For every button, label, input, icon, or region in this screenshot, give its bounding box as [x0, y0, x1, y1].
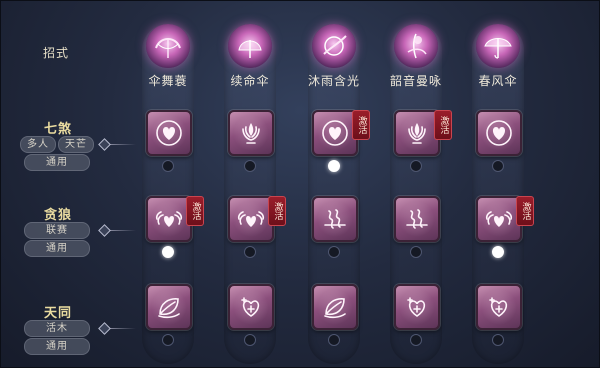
- skill-select-radio[interactable]: [410, 334, 422, 346]
- leaf-swirl-skill-slot[interactable]: [312, 284, 358, 330]
- skill-select-radio[interactable]: [492, 246, 504, 258]
- lotus-flame-icon: [408, 123, 426, 144]
- heart-plus-skill-slot[interactable]: [476, 284, 522, 330]
- skill-select-radio[interactable]: [492, 160, 504, 172]
- lotus-flame-skill-slot[interactable]: [228, 110, 274, 156]
- skill-select-radio[interactable]: [162, 334, 174, 346]
- melody-chant-icon[interactable]: [394, 24, 438, 68]
- skill-select-radio[interactable]: [162, 246, 174, 258]
- activated-badge: 激活: [434, 110, 452, 140]
- row-title-0: 七煞: [43, 122, 72, 137]
- heart-shield-icon: [486, 120, 512, 146]
- row-tag: 多人: [20, 136, 56, 153]
- skill-select-radio[interactable]: [244, 334, 256, 346]
- row-title-1: 贪狼: [43, 208, 72, 223]
- heart-plus-skill-slot[interactable]: [394, 284, 440, 330]
- leaf-swirl-icon: [324, 298, 346, 319]
- skill-name-label: 沐雨含光: [307, 74, 360, 88]
- umbrella-dance-icon[interactable]: [146, 24, 190, 68]
- skill-name-label: 续命伞: [230, 74, 270, 88]
- skill-select-radio[interactable]: [328, 160, 340, 172]
- activated-badge: 激活: [352, 110, 370, 140]
- heart-shield-skill-slot[interactable]: [146, 110, 192, 156]
- skill-select-radio[interactable]: [410, 160, 422, 172]
- row-tag: 联赛: [24, 222, 90, 239]
- skill-select-radio[interactable]: [328, 334, 340, 346]
- skill-select-radio[interactable]: [492, 334, 504, 346]
- rain-light-icon[interactable]: [312, 24, 356, 68]
- row-tag: 通用: [24, 154, 90, 171]
- heart-plus-skill-slot[interactable]: [228, 284, 274, 330]
- winged-heart-icon: [237, 211, 265, 227]
- skill-select-radio[interactable]: [244, 246, 256, 258]
- skill-name-label: 韶音曼咏: [389, 74, 442, 88]
- wind-swirl-skill-slot[interactable]: [312, 196, 358, 242]
- wind-swirl-icon: [324, 209, 346, 229]
- row-tag: 活木: [24, 320, 90, 337]
- heart-shield-icon: [322, 120, 348, 146]
- skill-select-radio[interactable]: [328, 246, 340, 258]
- wind-swirl-icon: [406, 209, 428, 229]
- leaf-swirl-skill-slot[interactable]: [146, 284, 192, 330]
- heart-shield-skill-slot[interactable]: [476, 110, 522, 156]
- moves-header-label: 招式: [42, 46, 69, 60]
- row-title-2: 天同: [43, 306, 72, 321]
- row-tag: 通用: [24, 240, 90, 257]
- skill-select-radio[interactable]: [244, 160, 256, 172]
- row-connector-line: [110, 144, 136, 145]
- winged-heart-icon: [485, 211, 513, 227]
- activated-badge: 激活: [268, 196, 286, 226]
- row-connector-line: [110, 230, 136, 231]
- umbrella-heal-icon[interactable]: [228, 24, 272, 68]
- row-tag: 天芒: [58, 136, 94, 153]
- spring-wind-umbrella-icon[interactable]: [476, 24, 520, 68]
- skill-name-label: 春风伞: [478, 74, 518, 88]
- heart-plus-icon: [241, 297, 260, 317]
- skill-select-radio[interactable]: [410, 246, 422, 258]
- heart-plus-icon: [407, 297, 426, 317]
- heart-shield-icon: [156, 120, 182, 146]
- heart-plus-icon: [489, 297, 508, 317]
- wind-swirl-skill-slot[interactable]: [394, 196, 440, 242]
- leaf-swirl-icon: [158, 298, 180, 319]
- activated-badge: 激活: [516, 196, 534, 226]
- winged-heart-icon: [155, 211, 183, 227]
- row-tag: 通用: [24, 338, 90, 355]
- skill-select-radio[interactable]: [162, 160, 174, 172]
- skill-name-label: 伞舞蓑: [148, 74, 188, 88]
- lotus-flame-icon: [242, 123, 260, 144]
- activated-badge: 激活: [186, 196, 204, 226]
- row-connector-line: [110, 328, 136, 329]
